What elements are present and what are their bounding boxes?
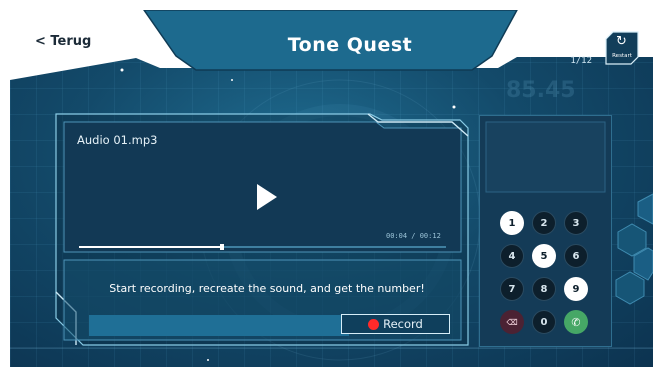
record-dot-icon bbox=[368, 318, 380, 330]
play-icon[interactable] bbox=[255, 182, 279, 212]
record-label: Record bbox=[383, 317, 423, 331]
keypad-key-9[interactable]: 9 bbox=[564, 277, 588, 301]
keypad-call-button[interactable]: ✆ bbox=[564, 310, 588, 334]
instruction-text: Start recording, recreate the sound, and… bbox=[109, 282, 425, 295]
keypad-key-4[interactable]: 4 bbox=[500, 244, 524, 268]
question-counter: 1/12 bbox=[570, 56, 592, 66]
phone-icon: ✆ bbox=[571, 315, 581, 329]
refresh-icon: ↻ bbox=[616, 34, 627, 49]
keypad-key-2[interactable]: 2 bbox=[532, 211, 556, 235]
restart-label: Restart bbox=[612, 53, 632, 59]
keypad-panel: 1 2 3 4 5 6 7 8 9 ⌫ 0 ✆ bbox=[479, 115, 612, 347]
recording-bar bbox=[89, 315, 349, 336]
keypad-key-3[interactable]: 3 bbox=[564, 211, 588, 235]
background-ghost-number: 85.45 bbox=[506, 78, 576, 103]
keypad-key-8[interactable]: 8 bbox=[532, 277, 556, 301]
backspace-icon: ⌫ bbox=[506, 317, 518, 327]
keypad-key-7[interactable]: 7 bbox=[500, 277, 524, 301]
keypad-key-1[interactable]: 1 bbox=[500, 211, 524, 235]
progress-bar[interactable] bbox=[79, 244, 446, 250]
game-screen: 85.45 < Terug Tone Quest 9:37 1/12 ↻ Res… bbox=[10, 10, 653, 367]
restart-button[interactable]: ↻ Restart bbox=[605, 31, 639, 65]
page-title: Tone Quest bbox=[287, 34, 413, 56]
keypad-key-6[interactable]: 6 bbox=[564, 244, 588, 268]
record-button[interactable]: Record bbox=[341, 314, 450, 334]
keypad-key-0[interactable]: 0 bbox=[532, 310, 556, 334]
timer: 9:37 bbox=[548, 34, 594, 56]
keypad-delete-button[interactable]: ⌫ bbox=[500, 310, 524, 334]
playback-time: 00:04 / 00:12 bbox=[386, 232, 441, 240]
progress-fill bbox=[79, 246, 223, 248]
keypad-key-5[interactable]: 5 bbox=[532, 244, 556, 268]
progress-handle[interactable] bbox=[220, 244, 225, 250]
back-link[interactable]: < Terug bbox=[35, 34, 91, 49]
audio-filename: Audio 01.mp3 bbox=[77, 133, 158, 147]
